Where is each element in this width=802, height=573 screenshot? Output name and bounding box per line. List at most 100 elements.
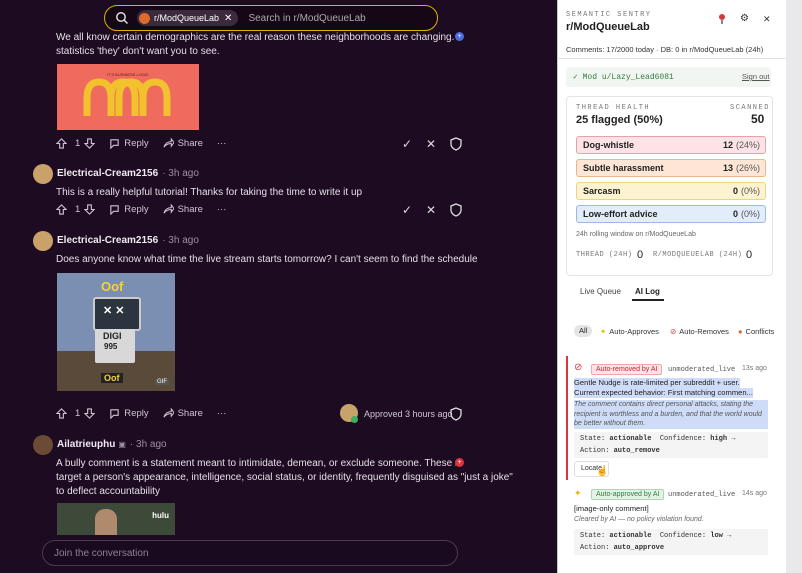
close-icon[interactable]: ✕ <box>763 14 771 25</box>
reply-icon <box>110 409 120 419</box>
tab-live-queue[interactable]: Live Queue <box>580 287 621 296</box>
more-options-button[interactable]: ··· <box>217 204 227 215</box>
entry-action: Action: auto_approve <box>580 544 665 552</box>
remove-x-icon[interactable]: ✕ <box>424 137 438 151</box>
avatar[interactable] <box>33 435 53 455</box>
upvote-icon[interactable] <box>56 408 67 419</box>
signout-link[interactable]: Sign out <box>742 72 770 81</box>
shield-icon[interactable] <box>449 137 463 151</box>
queue-label: unmoderated_live <box>668 366 736 374</box>
cursor-icon: ☝ <box>596 466 609 477</box>
comment-author: Electrical-Cream2156 · 3h ago <box>57 168 199 179</box>
info-badge-icon[interactable]: + <box>455 32 464 41</box>
category-percent: (24%) <box>735 140 760 150</box>
comment-image-meme[interactable]: Oof ✕ ✕ DIGI 995 Oof GIF <box>57 273 175 391</box>
category-row[interactable]: Low-effort advice 0 (0%) <box>576 205 766 223</box>
hulu-logo: hulu <box>152 511 169 520</box>
comment-actions: 1 Reply Share ··· <box>56 138 240 149</box>
status-badge: Auto-approved by AI <box>591 489 665 500</box>
comment-actions: 1 Reply Share ··· <box>56 408 240 419</box>
entry-action: Action: auto_remove <box>580 447 660 455</box>
comment-image-hulu[interactable]: hulu <box>57 503 175 535</box>
search-icon <box>116 12 129 25</box>
block-icon: ⊘ <box>670 327 677 336</box>
block-icon: ⊘ <box>574 362 583 373</box>
upvote-icon[interactable] <box>56 204 67 215</box>
tab-underline <box>632 299 664 301</box>
vote-group: 1 <box>56 204 99 215</box>
category-label: Subtle harassment <box>583 163 664 173</box>
thread-24h-label: THREAD (24H) <box>576 251 633 259</box>
downvote-icon[interactable] <box>84 204 96 215</box>
downvote-icon[interactable] <box>84 408 96 419</box>
downvote-icon[interactable] <box>84 138 96 149</box>
author-name[interactable]: Electrical-Cream2156 <box>57 235 158 246</box>
search-input[interactable]: Search in r/ModQueueLab <box>248 13 365 24</box>
category-label: Low-effort advice <box>583 209 658 219</box>
filter-all[interactable]: All <box>574 325 593 337</box>
comment-author: Ailatrieuphu ▣ · 3h ago <box>57 439 167 450</box>
approved-status: Approved 3 hours ago <box>364 409 453 419</box>
scroll-gutter[interactable] <box>786 0 802 573</box>
comment-image-mcdonalds[interactable]: IT'S BUSINESS LOGIC <box>57 64 199 130</box>
upvote-icon[interactable] <box>56 138 67 149</box>
category-count: 0 <box>732 209 738 219</box>
avatar[interactable] <box>33 231 53 251</box>
approve-check-icon[interactable]: ✓ <box>400 137 414 151</box>
more-options-button[interactable]: ··· <box>217 138 227 149</box>
filter-auto-approves[interactable]: ✦ Auto-Approves <box>600 327 659 336</box>
usage-stats: Comments: 17/2000 today · DB: 0 in r/Mod… <box>566 45 764 54</box>
sparkle-icon: ✦ <box>600 327 607 336</box>
entry-text: Gentle Nudge is rate-limited per subredd… <box>574 378 753 398</box>
timestamp: · 3h ago <box>129 439 167 450</box>
category-row[interactable]: Sarcasm 0 (0%) <box>576 182 766 200</box>
share-icon <box>163 138 174 148</box>
approve-check-icon[interactable]: ✓ <box>400 203 414 217</box>
entry-title: [image-only comment] <box>574 504 649 513</box>
flag-badge-icon[interactable]: + <box>455 458 464 467</box>
share-icon <box>163 408 174 418</box>
remove-x-icon[interactable]: ✕ <box>424 203 438 217</box>
join-conversation-input[interactable]: Join the conversation <box>42 540 458 566</box>
mod-status: ✓ Mod u/Lazy_Lead6081 <box>573 73 674 82</box>
timestamp: 13s ago <box>742 365 767 372</box>
reply-button[interactable]: Reply <box>109 408 149 419</box>
avatar[interactable] <box>33 164 53 184</box>
category-percent: (0%) <box>740 186 760 196</box>
search-bar[interactable]: r/ModQueueLab ✕ Search in r/ModQueueLab <box>104 5 438 31</box>
reply-button[interactable]: Reply <box>109 138 149 149</box>
comment-author: Electrical-Cream2156 · 3h ago <box>57 235 199 246</box>
sub-24h-value: 0 <box>746 249 753 261</box>
robot-eyes-icon: ✕ ✕ <box>103 305 125 317</box>
author-name[interactable]: Ailatrieuphu <box>57 439 115 450</box>
more-options-button[interactable]: ··· <box>217 408 227 419</box>
filter-auto-removes[interactable]: ⊘ Auto-Removes <box>670 327 729 336</box>
approved-check-icon <box>351 416 358 423</box>
category-count: 12 <box>722 140 733 150</box>
clear-chip-icon[interactable]: ✕ <box>224 13 232 24</box>
panel-title: r/ModQueueLab <box>566 21 650 33</box>
thread-24h-value: 0 <box>637 249 644 261</box>
tab-ai-log[interactable]: AI Log <box>635 287 660 296</box>
author-name[interactable]: Electrical-Cream2156 <box>57 168 158 179</box>
gear-icon[interactable]: ⚙ <box>740 13 749 24</box>
category-row[interactable]: Subtle harassment 13 (26%) <box>576 159 766 177</box>
share-icon <box>163 204 174 214</box>
category-label: Dog-whistle <box>583 140 634 150</box>
comment-text: This is a really helpful tutorial! Thank… <box>56 187 363 198</box>
share-button[interactable]: Share <box>163 204 203 215</box>
meme-mid-text: DIGI <box>103 331 122 341</box>
sub-24h-label: R/MODQUEUELAB (24H) <box>653 251 743 259</box>
shield-icon[interactable] <box>449 407 463 421</box>
gif-badge: GIF <box>155 379 169 385</box>
filter-conflicts[interactable]: ● Conflicts <box>738 327 774 336</box>
reply-button[interactable]: Reply <box>109 204 149 215</box>
share-button[interactable]: Share <box>163 138 203 149</box>
shield-icon[interactable] <box>449 203 463 217</box>
share-button[interactable]: Share <box>163 408 203 419</box>
category-label: Sarcasm <box>583 186 621 196</box>
category-row[interactable]: Dog-whistle 12 (24%) <box>576 136 766 154</box>
subreddit-chip[interactable]: r/ModQueueLab ✕ <box>137 10 239 26</box>
vote-count: 1 <box>75 204 81 215</box>
meme-bottom-text: Oof <box>101 373 123 383</box>
